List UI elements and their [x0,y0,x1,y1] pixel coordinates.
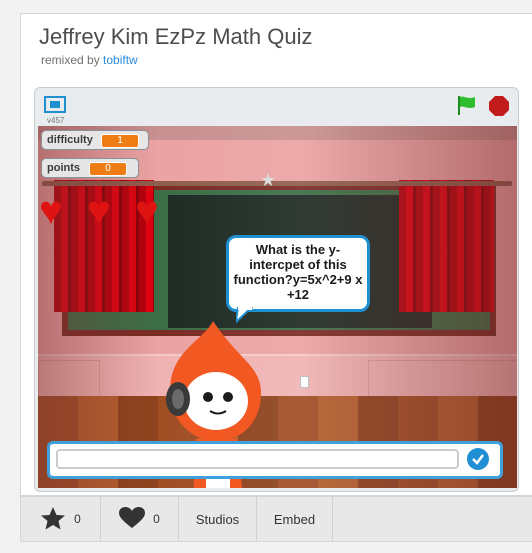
project-actions-bar: 0 0 Studios Embed [20,496,532,542]
remixed-by-label: remixed by [41,53,100,67]
studios-button[interactable]: Studios [179,497,257,541]
answer-input[interactable] [56,449,459,469]
favorite-button[interactable]: 0 [21,497,101,541]
difficulty-value: 1 [101,134,139,148]
stop-sign-icon[interactable] [488,95,510,117]
love-count: 0 [153,512,160,526]
points-monitor[interactable]: points 0 [41,158,139,178]
remix-author-link[interactable]: tobiftw [103,53,138,67]
difficulty-label: difficulty [47,134,93,146]
question-speech-bubble: What is the y-intercpet of this function… [226,235,370,312]
heart-icon [119,506,146,532]
love-button[interactable]: 0 [101,497,179,541]
embed-button[interactable]: Embed [257,497,333,541]
difficulty-monitor[interactable]: difficulty 1 [41,130,149,150]
life-heart-icon: ♥ [39,189,63,233]
ask-answer-box [47,441,503,479]
project-title: Jeffrey Kim EzPz Math Quiz [39,24,313,49]
question-text: What is the y-intercpet of this function… [233,242,363,302]
star-icon [40,506,66,533]
points-label: points [47,162,80,174]
life-heart-icon: ♥ [135,189,159,233]
points-value: 0 [89,162,127,176]
green-flag-icon[interactable] [455,94,477,116]
checkmark-icon [472,454,484,465]
project-player: v457 ★ [34,87,519,492]
life-heart-icon: ♥ [87,189,111,233]
project-card: Jeffrey Kim EzPz Math Quiz remixed by to… [20,13,532,496]
submit-answer-button[interactable] [467,448,489,470]
stage[interactable]: ★ difficulty 1 points 0 ♥♥♥ What is the … [38,126,517,488]
remix-credit: remixed by tobiftw [41,53,138,67]
fullscreen-icon[interactable] [44,96,66,113]
version-label: v457 [47,116,65,125]
favorite-count: 0 [74,512,81,526]
